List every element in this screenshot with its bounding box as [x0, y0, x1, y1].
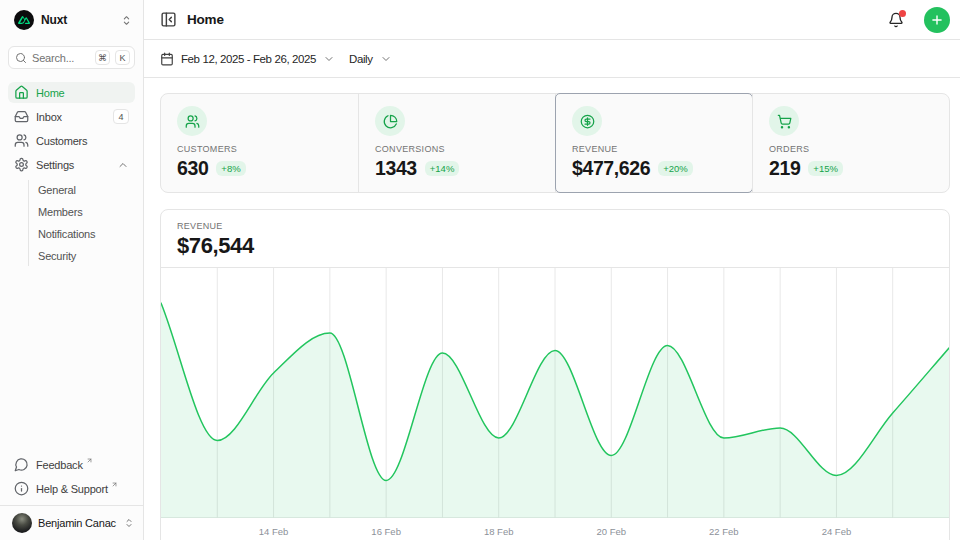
sidebar-footer: Feedback Help & Support	[0, 454, 143, 505]
stat-label: REVENUE	[572, 144, 736, 154]
stat-change-badge: +14%	[425, 161, 460, 176]
chart-title: REVENUE	[177, 221, 933, 231]
sidebar-item-label: Feedback	[36, 459, 83, 471]
search-icon	[15, 52, 27, 64]
stat-orders[interactable]: ORDERS 219 +15%	[752, 94, 949, 192]
kbd-cmd: ⌘	[95, 50, 110, 65]
users-icon	[177, 106, 207, 136]
stat-revenue[interactable]: REVENUE $477,626 +20%	[555, 94, 752, 192]
toolbar: Feb 12, 2025 - Feb 26, 2025 Daily	[144, 40, 960, 78]
sidebar-item-label: Settings	[36, 159, 74, 171]
sidebar-item-label: Inbox	[36, 111, 62, 123]
interval-select[interactable]: Daily	[349, 53, 373, 65]
stat-conversions[interactable]: CONVERSIONS 1343 +14%	[358, 94, 555, 192]
date-range-button[interactable]: Feb 12, 2025 - Feb 26, 2025	[181, 53, 316, 65]
main: Home Feb 12, 2025 - Feb 26, 2025 Daily	[144, 0, 960, 540]
stat-value: 630	[177, 157, 208, 180]
chart-x-axis-labels: 14 Feb 16 Feb 18 Feb 20 Feb 22 Feb 24 Feb	[161, 518, 949, 540]
settings-sub-list: General Members Notifications Security	[28, 180, 135, 266]
notifications-button[interactable]	[888, 12, 904, 28]
revenue-chart-card: REVENUE $76,544 14 Feb 16 Feb 18 Feb 20 Feb…	[160, 209, 950, 540]
stat-value: 1343	[375, 157, 417, 180]
chevrons-up-down-icon	[123, 517, 135, 529]
stat-label: ORDERS	[769, 144, 933, 154]
revenue-area-chart[interactable]	[161, 268, 949, 518]
x-axis-label: 22 Feb	[709, 526, 739, 537]
sidebar-item-label: Help & Support	[36, 483, 108, 495]
circle-dollar-sign-icon	[572, 106, 602, 136]
x-axis-label: 24 Feb	[822, 526, 852, 537]
page-title: Home	[187, 12, 224, 27]
sidebar-item-security[interactable]: Security	[29, 246, 135, 266]
search-input[interactable]: Search... ⌘ K	[8, 46, 135, 69]
x-axis-label: 14 Feb	[259, 526, 289, 537]
chevron-down-icon	[323, 53, 335, 65]
search-placeholder: Search...	[32, 52, 90, 64]
stat-change-badge: +20%	[658, 161, 693, 176]
stat-customers[interactable]: CUSTOMERS 630 +8%	[161, 94, 358, 192]
settings-icon	[14, 157, 29, 172]
chevron-up-icon	[117, 159, 129, 171]
users-icon	[14, 133, 29, 148]
sidebar-item-help-support[interactable]: Help & Support	[8, 478, 135, 499]
user-menu[interactable]: Benjamin Canac	[0, 505, 143, 540]
house-icon	[14, 85, 29, 100]
sidebar-item-general[interactable]: General	[29, 180, 135, 200]
stat-value: 219	[769, 157, 800, 180]
sidebar-spacer	[0, 268, 143, 454]
x-axis-label: 18 Feb	[484, 526, 514, 537]
sidebar: Nuxt Search... ⌘ K Home Inbox 4	[0, 0, 144, 540]
notification-dot	[899, 10, 906, 17]
add-button[interactable]	[924, 7, 950, 33]
stat-label: CONVERSIONS	[375, 144, 539, 154]
sidebar-nav: Home Inbox 4 Customers Settings Genera	[0, 73, 143, 268]
inbox-count-badge: 4	[113, 109, 129, 124]
workspace-switcher[interactable]: Nuxt	[0, 0, 143, 34]
panel-left-close-icon[interactable]	[160, 11, 177, 28]
plus-icon	[930, 13, 944, 27]
x-axis-label: 16 Feb	[371, 526, 401, 537]
main-header: Home	[144, 0, 960, 40]
chart-pie-icon	[375, 106, 405, 136]
chevron-down-icon	[380, 53, 392, 65]
stat-change-badge: +8%	[216, 161, 245, 176]
nuxt-logo-icon	[14, 10, 34, 30]
sidebar-item-members[interactable]: Members	[29, 202, 135, 222]
stat-change-badge: +15%	[808, 161, 843, 176]
chart-value: $76,544	[177, 233, 933, 259]
sidebar-item-customers[interactable]: Customers	[8, 130, 135, 151]
sidebar-item-notifications[interactable]: Notifications	[29, 224, 135, 244]
stat-value: $477,626	[572, 157, 650, 180]
sidebar-item-settings[interactable]: Settings	[8, 154, 135, 175]
stats-row: CUSTOMERS 630 +8% CONVERSIONS 1343 +14%	[160, 93, 950, 193]
calendar-icon	[160, 52, 174, 66]
x-axis-label: 20 Feb	[596, 526, 626, 537]
external-link-icon	[86, 457, 93, 464]
chevrons-up-down-icon	[120, 14, 133, 27]
inbox-icon	[14, 109, 29, 124]
avatar	[12, 513, 32, 533]
chart-header: REVENUE $76,544	[161, 210, 949, 268]
user-name: Benjamin Canac	[38, 517, 117, 529]
kbd-k: K	[115, 50, 130, 65]
sidebar-item-label: Home	[36, 87, 65, 99]
content: CUSTOMERS 630 +8% CONVERSIONS 1343 +14%	[144, 78, 960, 540]
sidebar-item-inbox[interactable]: Inbox 4	[8, 106, 135, 127]
stat-label: CUSTOMERS	[177, 144, 342, 154]
workspace-name: Nuxt	[41, 13, 113, 27]
sidebar-item-label: Customers	[36, 135, 87, 147]
external-link-icon	[111, 481, 118, 488]
message-circle-icon	[14, 457, 29, 472]
info-icon	[14, 481, 29, 496]
shopping-cart-icon	[769, 106, 799, 136]
sidebar-item-home[interactable]: Home	[8, 82, 135, 103]
sidebar-item-feedback[interactable]: Feedback	[8, 454, 135, 475]
